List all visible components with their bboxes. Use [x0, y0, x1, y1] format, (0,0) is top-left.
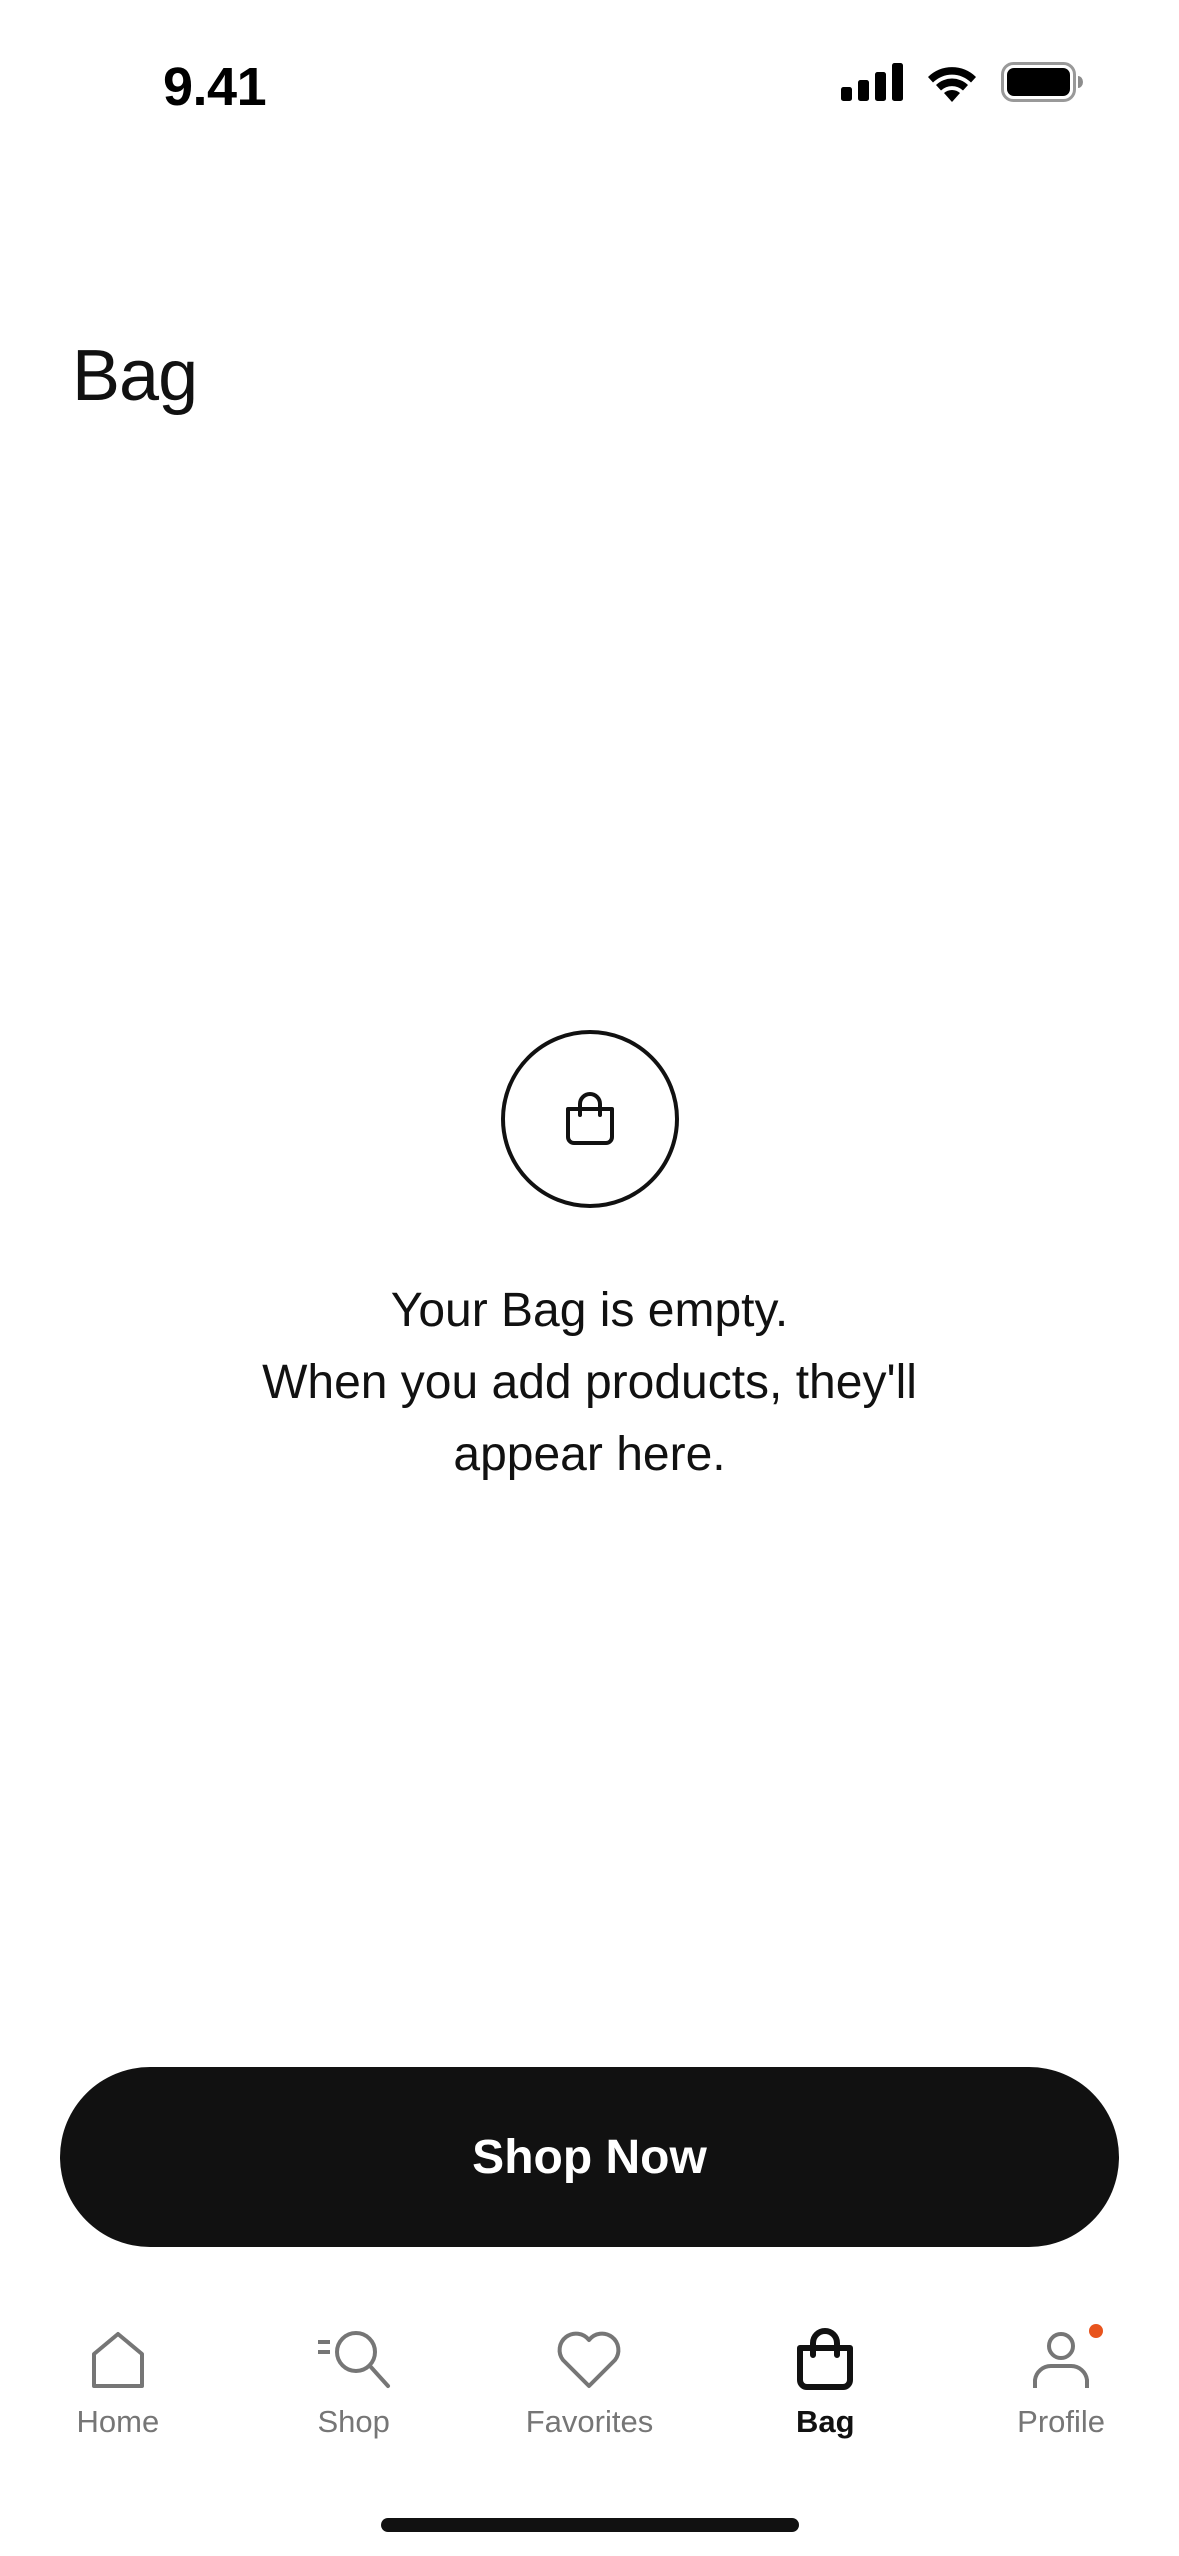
tab-bag-label: Bag	[796, 2404, 855, 2439]
status-icons	[841, 62, 1083, 102]
tab-home[interactable]: Home	[0, 2310, 236, 2460]
battery-icon	[1001, 62, 1083, 102]
tab-bag[interactable]: Bag	[707, 2310, 943, 2460]
empty-message-line-3: appear here.	[453, 1428, 726, 1481]
search-icon	[317, 2331, 390, 2388]
tab-favorites-label: Favorites	[525, 2404, 654, 2439]
profile-icon	[1033, 2332, 1090, 2388]
shopping-bag-icon	[566, 1092, 614, 1145]
cellular-signal-icon	[841, 63, 903, 101]
notification-dot	[1089, 2324, 1104, 2338]
heart-icon	[558, 2331, 621, 2388]
bag-icon	[797, 2328, 854, 2390]
tab-profile[interactable]: Profile	[943, 2310, 1179, 2460]
tab-home-label: Home	[76, 2404, 160, 2439]
empty-bag-badge	[501, 1030, 679, 1208]
empty-bag-message: Your Bag is empty. When you add products…	[140, 1275, 1039, 1491]
status-bar: 9.41	[0, 0, 1179, 150]
tab-shop-label: Shop	[317, 2404, 390, 2439]
page-title: Bag	[72, 336, 198, 416]
wifi-icon	[928, 67, 976, 102]
empty-message-line-2: When you add products, they'll	[262, 1356, 917, 1409]
tab-profile-label: Profile	[1017, 2404, 1106, 2439]
status-time: 9.41	[163, 57, 267, 117]
home-icon	[91, 2332, 144, 2388]
bag-screen: 9.41 Bag Your Bag is empty. When you add…	[0, 0, 1179, 2556]
empty-message-line-1: Your Bag is empty.	[390, 1284, 789, 1337]
tab-bar: Home Shop Favorites Bag Profile	[0, 2310, 1179, 2460]
shop-now-button[interactable]: Shop Now	[60, 2067, 1119, 2247]
tab-favorites[interactable]: Favorites	[472, 2310, 708, 2460]
home-indicator	[381, 2518, 799, 2532]
tab-shop[interactable]: Shop	[236, 2310, 472, 2460]
